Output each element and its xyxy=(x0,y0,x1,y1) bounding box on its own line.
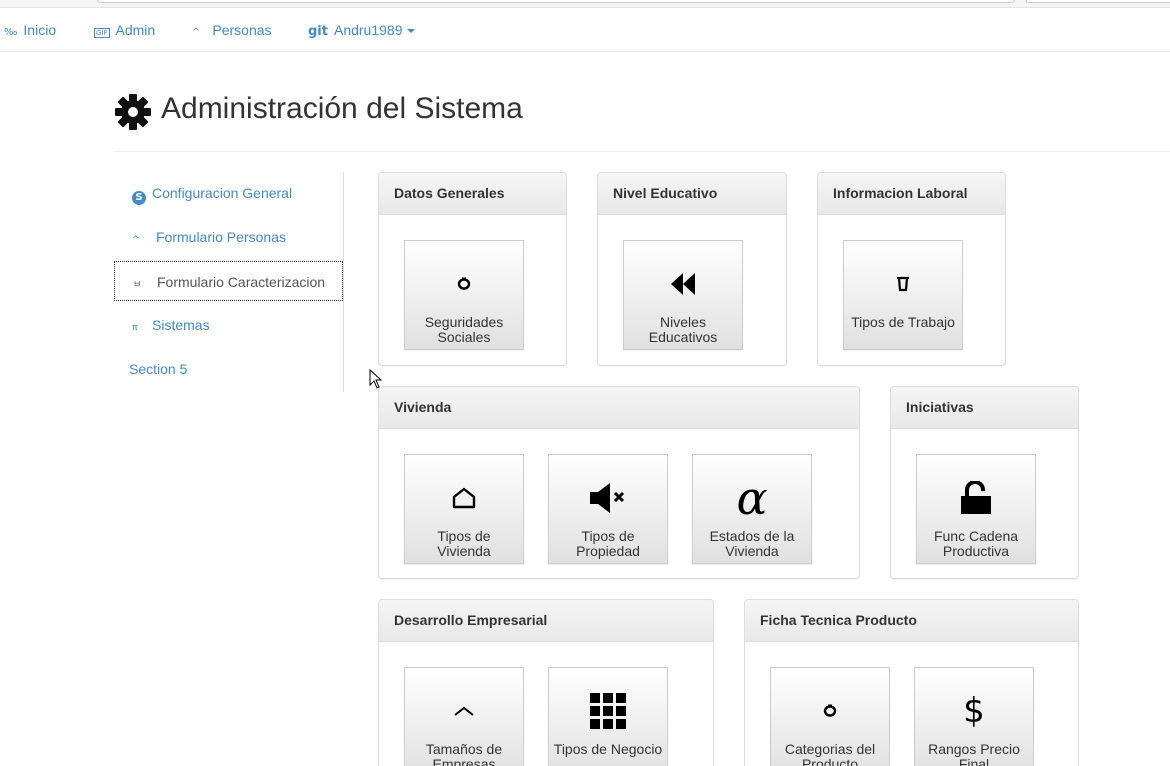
gear-icon xyxy=(115,94,151,130)
panel-informacion-laboral: Informacion Laboral Tipos de Trabajo xyxy=(817,172,1006,366)
top-navbar: ‰ Inicio GIF Admin ^ Personas git Andru1989 xyxy=(0,8,1170,52)
git-icon: git xyxy=(308,24,328,39)
sidebar: S Configuracion General ^ Formulario Perso… xyxy=(114,172,344,392)
ring-icon xyxy=(405,261,523,307)
tile-label: Categorias del Producto xyxy=(784,741,876,766)
panel-title: Desarrollo Empresarial xyxy=(379,600,713,642)
panel-title: Iniciativas xyxy=(891,387,1078,429)
tile-label: Niveles Educativos xyxy=(648,314,718,345)
tile-label: Func Cadena Productiva xyxy=(933,528,1019,559)
grid-icon xyxy=(549,688,667,734)
tile-tamanos-de-empresas[interactable]: Tamaños de Empresas xyxy=(404,667,524,766)
tile-categorias-del-producto[interactable]: Categorias del Producto xyxy=(770,667,890,766)
dollar-icon: $ xyxy=(963,691,985,731)
sidebar-item-sistemas[interactable]: π Sistemas xyxy=(114,305,343,345)
panel-ficha-tecnica-producto: Ficha Tecnica Producto Categorias del Pr… xyxy=(744,599,1079,766)
bucket-icon xyxy=(844,261,962,307)
nav-user-label: Andru1989 xyxy=(333,22,403,38)
panel-vivienda: Vivienda Tipos de Vivienda Tipos de Prop… xyxy=(378,386,860,579)
tile-func-cadena-productiva[interactable]: Func Cadena Productiva xyxy=(916,454,1036,564)
sidebar-item-formulario-caracterizacion[interactable]: ㅂ Formulario Caracterizacion xyxy=(114,261,343,301)
sidebar-item-label: Formulario Caracterizacion xyxy=(157,274,326,290)
tile-tipos-de-propiedad[interactable]: Tipos de Propiedad xyxy=(548,454,668,564)
pi-icon: π xyxy=(132,323,138,333)
nav-user-dropdown[interactable]: git Andru1989 xyxy=(308,22,415,39)
panel-title: Nivel Educativo xyxy=(598,173,786,215)
panel-nivel-educativo: Nivel Educativo Niveles Educativos xyxy=(597,172,787,366)
unlock-icon xyxy=(917,475,1035,521)
panel-title: Vivienda xyxy=(379,387,859,429)
tile-label: Seguridades Sociales xyxy=(424,314,504,345)
skype-icon: S xyxy=(132,191,146,205)
tile-label: Tipos de Negocio xyxy=(553,741,663,757)
tile-seguridades-sociales[interactable]: Seguridades Sociales xyxy=(404,240,524,350)
tile-tipos-de-vivienda[interactable]: Tipos de Vivienda xyxy=(404,454,524,564)
nav-personas-label: Personas xyxy=(212,22,272,38)
tile-tipos-de-negocio[interactable]: Tipos de Negocio xyxy=(548,667,668,766)
page-header: Administración del Sistema xyxy=(114,90,1170,152)
volume-mute-icon xyxy=(549,475,667,521)
nav-inicio-label: Inicio xyxy=(23,22,57,38)
tile-label: Tipos de Trabajo xyxy=(851,314,955,330)
sidebar-item-label: Sistemas xyxy=(152,317,210,333)
tile-label: Tipos de Vivienda xyxy=(437,528,491,559)
chevron-down-icon xyxy=(406,29,415,34)
tile-label: Tipos de Propiedad xyxy=(576,528,640,559)
panel-title: Ficha Tecnica Producto xyxy=(745,600,1078,642)
sidebar-item-configuracion-general[interactable]: S Configuracion General xyxy=(114,173,343,213)
house-icon xyxy=(405,475,523,521)
bracket-icon: ㅂ xyxy=(133,280,142,290)
address-bar[interactable] xyxy=(97,0,1015,3)
search-bar[interactable] xyxy=(1026,0,1170,3)
ring-icon xyxy=(771,688,889,734)
alpha-icon: α xyxy=(736,471,768,525)
tile-rangos-precio-final[interactable]: $ Rangos Precio Final xyxy=(914,667,1034,766)
gif-icon: GIF xyxy=(94,28,110,38)
nav-admin[interactable]: GIF Admin xyxy=(94,22,155,38)
tile-estados-de-la-vivienda[interactable]: α Estados de la Vivienda xyxy=(692,454,812,564)
nav-admin-label: Admin xyxy=(115,22,156,38)
tile-niveles-educativos[interactable]: Niveles Educativos xyxy=(623,240,743,350)
sidebar-item-label: Formulario Personas xyxy=(156,229,286,245)
tile-tipos-de-trabajo[interactable]: Tipos de Trabajo xyxy=(843,240,963,350)
per-mille-icon: ‰ xyxy=(4,27,18,38)
mouse-cursor-icon xyxy=(369,369,383,389)
panel-title: Datos Generales xyxy=(379,173,566,215)
panel-iniciativas: Iniciativas Func Cadena Productiva xyxy=(890,386,1079,579)
tile-label: Estados de la Vivienda xyxy=(709,528,795,559)
caret-up-icon: ^ xyxy=(192,27,201,38)
panel-datos-generales: Datos Generales Seguridades Sociales xyxy=(378,172,567,366)
fast-backward-icon xyxy=(624,261,742,307)
browser-top-strip xyxy=(0,0,1170,8)
tile-label: Tamaños de Empresas xyxy=(425,741,503,766)
caret-up-icon: ^ xyxy=(132,235,140,245)
page-title: Administración del Sistema xyxy=(161,92,523,125)
sidebar-item-section-5[interactable]: Section 5 xyxy=(114,349,343,389)
tile-label: Rangos Precio Final xyxy=(928,741,1020,766)
nav-inicio[interactable]: ‰ Inicio xyxy=(4,22,56,38)
panel-desarrollo-empresarial: Desarrollo Empresarial Tamaños de Empres… xyxy=(378,599,714,766)
panel-title: Informacion Laboral xyxy=(818,173,1005,215)
nav-personas[interactable]: ^ Personas xyxy=(192,22,272,38)
sidebar-item-formulario-personas[interactable]: ^ Formulario Personas xyxy=(114,217,343,257)
sidebar-item-label: Configuracion General xyxy=(152,185,293,201)
chevron-up-icon xyxy=(405,688,523,734)
sidebar-item-label: Section 5 xyxy=(129,361,188,377)
